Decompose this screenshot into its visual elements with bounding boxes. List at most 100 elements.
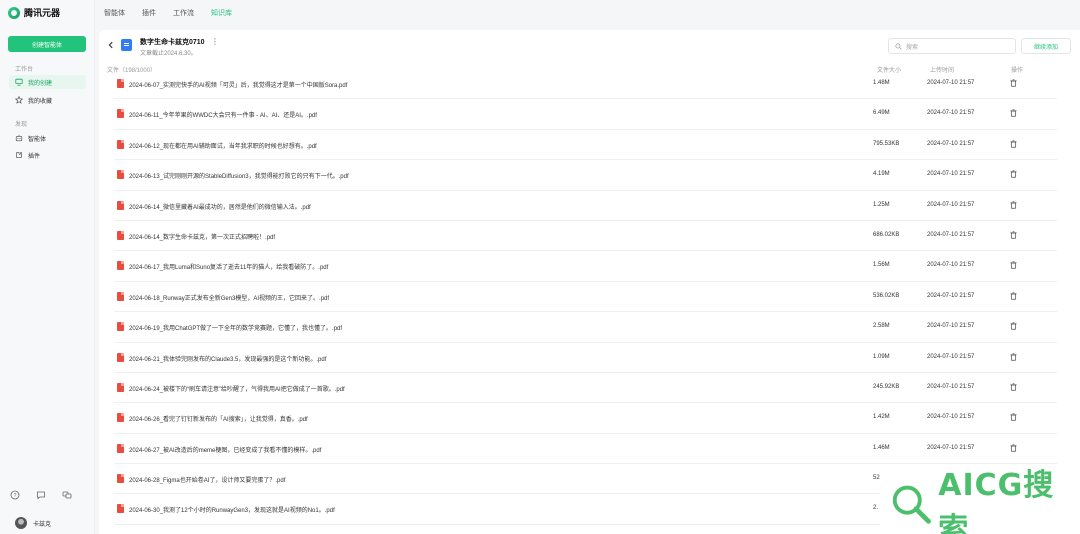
file-name[interactable]: 2024-06-27_被AI改造后的meme梗图，已经变成了我看不懂的模样。.p… [129,445,321,454]
pdf-file-icon [117,79,124,88]
delete-icon[interactable] [1010,200,1017,209]
tab-agents[interactable]: 智能体 [104,8,125,18]
sidebar-item-label: 插件 [28,153,41,160]
upload-time: 2024-07-10 21:57 [927,292,975,299]
sidebar-item-label: 我的收藏 [28,98,53,105]
delete-icon[interactable] [1010,444,1017,452]
pdf-file-icon [117,200,124,210]
table-row[interactable]: 2024-06-14_微信里藏着AI最成功的，居然是他们的微信输入法。.pdf 1… [114,191,1057,221]
delete-icon[interactable] [1010,79,1017,87]
file-name[interactable]: 2024-06-11_今年苹果的WWDC大会只有一件事 - AI、AI、还是AI… [129,110,317,119]
upload-time: 2024-07-10 21:57 [927,444,975,451]
tab-knowledge-base[interactable]: 知识库 [211,8,232,18]
delete-icon[interactable] [1010,170,1017,178]
delete-icon[interactable] [1010,231,1017,239]
file-name[interactable]: 2024-06-17_我用Luma和Suno复活了逝去11年的猫人，给我看破防了… [129,262,328,271]
sidebar-item-agents[interactable]: 智能体 [9,131,86,145]
pdf-file-icon [117,352,124,362]
pdf-file-icon [117,170,124,180]
file-name[interactable]: 2024-06-14_数字生命卡兹克，第一次正式招聘啦！.pdf [129,232,275,241]
delete-icon[interactable] [1010,352,1017,361]
table-row[interactable]: 2024-06-11_今年苹果的WWDC大会只有一件事 - AI、AI、还是AI… [114,99,1057,130]
table-row[interactable]: 2024-06-14_数字生命卡兹克，第一次正式招聘啦！.pdf 686.02KB… [114,221,1057,252]
tab-workflows[interactable]: 工作流 [173,8,194,18]
table-row[interactable]: 2024-06-24_被楼下的“刷车请注意”给吵醒了，气得我用AI把它做成了一首… [114,373,1057,404]
watermark: AICG搜索 [880,468,1080,534]
file-name[interactable]: 2024-06-26_看完了钉钉新发布的「AI搜索」，让我觉得，真香。.pdf [129,414,308,423]
sidebar-item-plugins[interactable]: 插件 [9,148,86,162]
community-icon[interactable] [62,490,72,500]
pdf-file-icon [117,139,124,149]
table-row[interactable]: 2024-06-07_实测完快手的AI视频「可灵」后，我觉得这才是第一个中国版S… [114,69,1057,100]
file-name[interactable]: 2024-06-24_被楼下的“刷车请注意”给吵醒了，气得我用AI把它做成了一首… [129,384,345,393]
avatar [15,517,27,529]
delete-icon[interactable] [1010,413,1017,421]
file-name[interactable]: 2024-06-07_实测完快手的AI视频「可灵」后，我觉得这才是第一个中国版S… [129,80,347,89]
upload-time: 2024-07-10 21:57 [927,171,975,178]
file-list: 2024-06-07_实测完快手的AI视频「可灵」后，我觉得这才是第一个中国版S… [114,69,1057,525]
pdf-file-icon [117,382,124,392]
sidebar-item-label: 智能体 [28,136,47,143]
table-row[interactable]: 2024-06-12_现在都在用AI辅助面试，当年我求职的时候也好想有。.pdf… [114,130,1057,161]
continue-add-button[interactable]: 继续添加 [1021,38,1071,54]
sidebar-item-favorites[interactable]: 我的收藏 [9,93,86,107]
pdf-file-icon [117,443,124,453]
table-row[interactable]: 2024-06-18_Runway正式发布全新Gen3模型，AI视频的王，它回来… [114,282,1057,313]
file-size: 1.56M [873,262,890,269]
more-options-icon[interactable]: ⋮ [211,37,219,46]
upload-time: 2024-07-10 21:57 [927,110,975,117]
user-profile[interactable]: 卡兹克 [15,517,51,529]
file-size: 52 [873,475,880,482]
file-size: 686.02KB [873,231,900,238]
file-name[interactable]: 2024-06-14_微信里藏着AI最成功的，居然是他们的微信输入法。.pdf [129,202,311,211]
watermark-text: AICG搜索 [938,468,1055,534]
pdf-file-icon [117,504,124,514]
create-agent-button[interactable]: 创建智能体 [8,36,86,52]
search-input[interactable]: 搜索 [888,38,1016,54]
knowledge-base-title: 数字生命卡兹克0710 [140,39,205,46]
file-name[interactable]: 2024-06-21_我体验完刚发布的Claude3.5，发现最强的是这个新功能… [129,354,326,363]
upload-time: 2024-07-10 21:57 [927,140,975,147]
file-name[interactable]: 2024-06-12_现在都在用AI辅助面试，当年我求职的时候也好想有。.pdf [129,141,317,150]
file-name[interactable]: 2024-06-30_我测了12个小时的RunwayGen3，发现这就是AI视频… [129,505,335,514]
table-row[interactable]: 2024-06-13_试完刚刚开源的StableDiffusion3，我觉得能打… [114,160,1057,191]
delete-icon[interactable] [1010,292,1017,300]
help-icon[interactable]: ? [10,490,20,500]
top-nav: 智能体 插件 工作流 知识库 [95,0,1080,26]
table-row[interactable]: 2024-06-27_被AI改造后的meme梗图，已经变成了我看不懂的模样。.p… [114,434,1057,465]
back-arrow-icon[interactable] [107,41,115,49]
delete-icon[interactable] [1010,383,1017,391]
sidebar-item-my-creations[interactable]: 我的创建 [9,75,86,89]
file-name[interactable]: 2024-06-28_Figma也开始卷AI了，设计师又要完蛋了？.pdf [129,475,285,484]
file-name[interactable]: 2024-06-13_试完刚刚开源的StableDiffusion3，我觉得能打… [129,171,349,180]
monitor-icon [15,78,23,86]
section-workspace: 工作台 [15,67,34,73]
pdf-file-icon [117,413,124,423]
file-size: 1.48M [873,80,890,86]
file-size: 1.25M [873,201,890,208]
chat-icon[interactable] [36,490,46,500]
sidebar-item-label: 我的创建 [28,80,53,87]
file-size: 4.19M [873,171,890,178]
file-name[interactable]: 2024-06-18_Runway正式发布全新Gen3模型，AI视频的王，它回来… [129,293,329,302]
pdf-file-icon [117,230,124,240]
delete-icon[interactable] [1010,261,1017,269]
pdf-file-icon [117,474,124,484]
tab-plugins[interactable]: 插件 [142,8,156,18]
upload-time: 2024-07-10 21:57 [927,262,975,269]
delete-icon[interactable] [1010,140,1017,148]
delete-icon[interactable] [1010,109,1017,117]
table-row[interactable]: 2024-06-19_我用ChatGPT做了一下全年的数学竞赛题，它懂了，我也懂… [114,312,1057,343]
file-name[interactable]: 2024-06-19_我用ChatGPT做了一下全年的数学竞赛题，它懂了，我也懂… [129,323,342,332]
pdf-file-icon [117,261,124,271]
search-icon [895,42,902,50]
table-row[interactable]: 2024-06-26_看完了钉钉新发布的「AI搜索」，让我觉得，真香。.pdf 1… [114,403,1057,434]
file-size: 1.09M [873,353,890,360]
table-row[interactable]: 2024-06-17_我用Luma和Suno复活了逝去11年的猫人，给我看破防了… [114,251,1057,282]
upload-time: 2024-07-10 21:57 [927,231,975,238]
knowledge-base-icon [121,39,132,51]
app-logo[interactable]: 腾讯元器 [8,6,60,19]
search-placeholder: 搜索 [906,44,919,51]
delete-icon[interactable] [1010,322,1017,330]
table-row[interactable]: 2024-06-21_我体验完刚发布的Claude3.5，发现最强的是这个新功能… [114,343,1057,373]
